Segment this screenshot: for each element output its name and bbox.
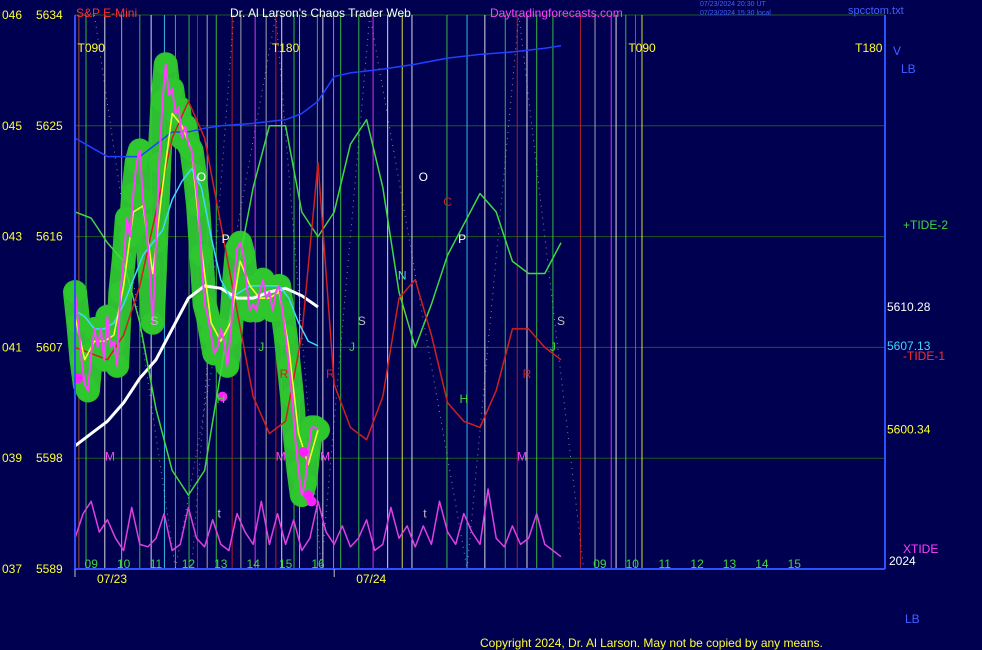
x-tick-label: 10 [117, 557, 131, 571]
marker-t: t [423, 506, 427, 520]
y-tick-label: 5607 [36, 340, 63, 354]
x-tick-label: 12 [690, 557, 704, 571]
year-label: 2024 [889, 554, 916, 568]
marker-t: t [218, 506, 222, 520]
tide-diagonal [518, 14, 585, 570]
marker-j: J [349, 340, 355, 354]
right-value-label: 5600.34 [887, 422, 931, 436]
y-tick-left: 045 [2, 119, 22, 133]
x-tick-label: 16 [311, 557, 325, 571]
lb-label: LB [905, 612, 920, 626]
y-tick-left: 041 [2, 340, 22, 354]
tide-label: T180 [272, 41, 300, 55]
price-dot [298, 447, 309, 458]
tide-label: T090 [78, 41, 106, 55]
y-tick-left: 046 [2, 8, 22, 22]
corner-label: LB [901, 62, 916, 76]
right-value-label: 5610.28 [887, 300, 931, 314]
marker-p: P [458, 232, 466, 246]
marker-n: N [398, 269, 407, 283]
marker-c: C [443, 195, 452, 209]
x-tick-label: 10 [626, 557, 640, 571]
y-tick-label: 5589 [36, 562, 63, 576]
marker-s: S [557, 314, 565, 328]
timestamp-ut: 07/23/2024 20:30 UT [700, 1, 766, 8]
file-label: spcctom.txt [848, 5, 904, 17]
y-tick-left: 037 [2, 562, 22, 576]
marker-o: O [419, 170, 428, 184]
marker-r: R [280, 367, 289, 381]
date-tick-label: 07/24 [356, 572, 386, 586]
marker-h: H [216, 392, 225, 406]
curve-label: +TIDE-2 [903, 218, 948, 232]
copyright: Copyright 2024, Dr. Al Larson. May not b… [480, 636, 823, 650]
tide-diagonal [466, 14, 520, 570]
x-tick-label: 15 [788, 557, 802, 571]
instrument-label: S&P E-Mini [76, 6, 138, 20]
x-tick-label: 15 [279, 557, 293, 571]
y-tick-left: 043 [2, 230, 22, 244]
tide-diagonal [320, 14, 371, 570]
y-tick-label: 5598 [36, 451, 63, 465]
chart-canvas: SOPHJRM M MRSJNOCPHMRSJt tT090 T180 T090 T180 … [2, 8, 948, 586]
x-tick-label: 12 [182, 557, 196, 571]
marker-s: S [358, 314, 366, 328]
marker-h: H [459, 392, 468, 406]
marker-r: R [523, 367, 532, 381]
x-tick-label: 09 [85, 557, 99, 571]
timestamp-local: 07/23/2024 15:30 local [700, 10, 771, 17]
marker-o: O [197, 170, 206, 184]
marker-m: M [105, 450, 115, 464]
x-tick-label: 14 [755, 557, 769, 571]
x-tick-label: 13 [723, 557, 737, 571]
curve-label: -TIDE-1 [903, 349, 945, 363]
price-dot [306, 496, 317, 507]
tide-label: T090 [628, 41, 656, 55]
marker-r: R [326, 367, 335, 381]
marker-j: J [258, 340, 264, 354]
y-tick-label: 5634 [36, 8, 63, 22]
y-tick-label: 5616 [36, 230, 63, 244]
date-tick-label: 07/23 [97, 572, 127, 586]
marker-m: M [276, 450, 286, 464]
x-tick-label: 13 [214, 557, 228, 571]
corner-label: V [893, 44, 901, 58]
marker-j: J [550, 340, 556, 354]
marker-p: P [222, 232, 230, 246]
marker-m: M [320, 450, 330, 464]
tide-label: T180 [855, 41, 883, 55]
marker-s: S [150, 314, 158, 328]
series-blue-line [74, 45, 562, 158]
site-link[interactable]: Daytradingforecasts.com [490, 6, 623, 20]
marker-m: M [517, 450, 527, 464]
curve-label: XTIDE [903, 542, 938, 556]
series-xtide [74, 488, 562, 558]
page-title: Dr. Al Larson's Chaos Trader Web [230, 6, 411, 20]
y-tick-left: 039 [2, 451, 22, 465]
x-tick-label: 11 [150, 557, 163, 571]
y-tick-label: 5625 [36, 119, 63, 133]
x-tick-label: 14 [247, 557, 261, 571]
x-tick-label: 09 [593, 557, 607, 571]
x-tick-label: 11 [658, 557, 671, 571]
